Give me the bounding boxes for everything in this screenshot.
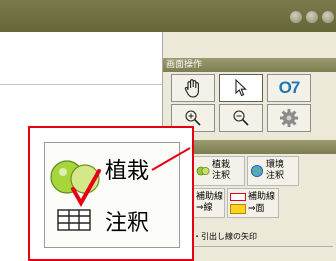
planting-label: 植栽 [212,160,231,170]
planting-label-2: 注釈 [212,171,231,181]
panel-divider [193,246,333,247]
table-icon [57,209,91,231]
zoom-out-icon [233,110,249,126]
close-button[interactable] [321,10,335,24]
aux-line-to-line-button[interactable]: 補助線 ⇒線 [193,188,225,218]
hand-icon [184,79,199,98]
gear-icon [280,109,298,127]
aux-line-label-2: ⇒線 [196,203,213,213]
maximize-button[interactable] [305,10,319,24]
screen-ops-title: 画面操作 [166,60,203,70]
leader-arrow-label: ・引出し線の矢印 [193,232,257,241]
aux-line-swatch-icon [230,193,246,201]
screen-ops-header: 画面操作 [163,58,336,72]
globe-icon [251,165,263,177]
environment-annotation-button[interactable]: 環境 注釈 [247,156,299,186]
callout-connector [151,147,191,171]
zoom-annotation-label: 注釈 [105,211,150,236]
aux-area-label-2: ⇒面 [248,203,265,214]
zoom-in-icon [185,110,201,126]
settings-button[interactable] [267,104,311,132]
o7-icon: O7 [278,78,301,97]
o7-button[interactable]: O7 [267,74,311,102]
zoom-planting-label: 植栽 [105,159,150,184]
window-title-bar [0,0,336,32]
aux-line-label: 補助線 [196,192,224,202]
pan-button[interactable] [171,74,215,102]
canvas-divider [0,84,162,85]
aux-line-to-area-button[interactable]: 補助線 ⇒面 [227,188,279,218]
arrow-pointer-icon [235,78,247,97]
area-fill-swatch-icon [230,204,246,214]
zoom-out-button[interactable] [219,104,263,132]
environment-label-2: 注釈 [266,171,285,181]
select-button[interactable] [219,74,263,102]
environment-label: 環境 [266,160,285,170]
aux-area-label: 補助線 [248,191,276,202]
minimize-button[interactable] [289,10,303,24]
